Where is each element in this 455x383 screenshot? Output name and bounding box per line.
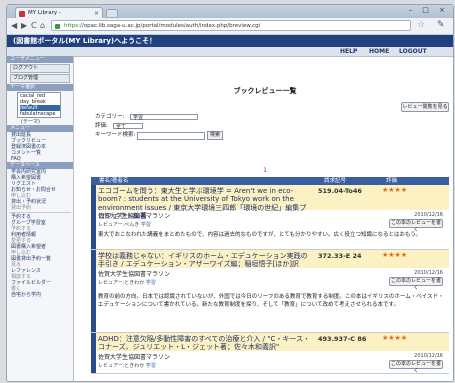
reviewer-text: レビュアー:ときわか bbox=[98, 363, 145, 369]
blog-manage-button[interactable]: ブログ管理 bbox=[10, 74, 70, 83]
theme-listbox[interactable]: cacial_red day_break default fabulatnsca… bbox=[17, 92, 61, 118]
sidebar: ユーザメニュー ログアウト ブログ管理 テーマ選択 cacial_red day… bbox=[7, 56, 74, 381]
new-tab-button[interactable] bbox=[106, 9, 118, 18]
review-text: 教育の前の方向。日本では認識されていないが、外国では今日のリーフのある教育で教育… bbox=[98, 294, 444, 308]
reviewer-group: 佐賀大学生協図書マラソン bbox=[98, 271, 171, 278]
home-icon[interactable]: ⌂ bbox=[40, 21, 45, 31]
reload-icon[interactable]: C bbox=[31, 21, 37, 31]
browser-toolbar: ◀ ▶ C ⌂ https://opac.lib.saga-u.ac.jp/po… bbox=[7, 18, 453, 35]
review-date: 2010/12/16 bbox=[414, 353, 443, 359]
keyword-input[interactable] bbox=[137, 132, 205, 140]
reviewer-group: 佐賀大学生協図書マラソン bbox=[98, 354, 171, 361]
review-table: 書名/著者名 請求記号 評価 エコゴームを問う：東大生と学ぶ環境学 = Aren… bbox=[91, 177, 449, 374]
back-icon[interactable]: ◀ bbox=[11, 21, 17, 31]
write-review-button[interactable]: この本のレビューを書く bbox=[389, 277, 443, 291]
call-number: 493.937-C 86 bbox=[318, 335, 367, 343]
wrench-icon[interactable]: ✎ bbox=[437, 20, 445, 30]
tab-title: MY Library - bbox=[28, 10, 61, 16]
bookmark-star-icon[interactable]: ☆ bbox=[417, 20, 425, 30]
category-tag[interactable]: 学習 bbox=[141, 222, 151, 228]
call-number: 372.33-E 24 bbox=[318, 252, 362, 260]
call-number: 519.04-To46 bbox=[318, 187, 362, 195]
reviewer-name: レビュアー:ときわか 学習 bbox=[98, 279, 156, 286]
tab-bar: MY Library - × – □ × bbox=[7, 5, 453, 18]
col-title: 書名/著者名 bbox=[99, 178, 129, 184]
rating-label: 評価: bbox=[95, 123, 108, 129]
page-title: ブックレビュー一覧 bbox=[233, 87, 297, 95]
keyword-label: キーワード検索: bbox=[95, 132, 136, 138]
rating-select[interactable]: 全て bbox=[113, 123, 143, 130]
review-record: エコゴームを問う：東大生と学ぶ環境学 = Aren't we in eco-bo… bbox=[91, 185, 449, 250]
write-review-button[interactable]: この本のレビューを書く bbox=[389, 219, 443, 233]
reviewer-name: レビュアー:ときわか 学習 bbox=[98, 362, 156, 369]
book-title-link[interactable]: 学校は義務じゃない：イギリスのホーム・エデュケーション実践の手引き / エデュケ… bbox=[98, 252, 312, 269]
search-form: カテゴリー: 学習 評価: 全て キーワード検索: 検索 bbox=[95, 113, 223, 140]
theme-header: テーマ選択 bbox=[7, 84, 73, 91]
category-label: カテゴリー: bbox=[95, 114, 125, 120]
rating-stars: ★★★★ bbox=[382, 334, 408, 342]
review-record: ADHD：注意欠陥/多動性障害のすべての治療と介入 / "C・キース・コナーズ、… bbox=[91, 333, 449, 374]
record-title-bar: 学校は義務じゃない：イギリスのホーム・エデュケーション実践の手引き / エデュケ… bbox=[96, 250, 449, 268]
url-scheme: https bbox=[64, 23, 79, 29]
tab-mylibrary[interactable]: MY Library - × bbox=[15, 7, 103, 18]
reviewer-name: レビュアー:ぺんき 学習 bbox=[98, 221, 151, 228]
category-select[interactable]: 学習 bbox=[130, 114, 198, 121]
divider bbox=[9, 212, 71, 213]
reviewer-text: レビュアー:ぺんき bbox=[98, 222, 140, 228]
url-text: ://opac.lib.saga-u.ac.jp/portal/modules/… bbox=[78, 23, 261, 29]
rating-stars: ★★★★ bbox=[382, 186, 408, 194]
favicon-icon bbox=[19, 11, 25, 17]
col-rating: 評価 bbox=[386, 178, 398, 184]
main-content: ブックレビュー一覧 レビュー閲覧を見る カテゴリー: 学習 評価: 全て キーワ… bbox=[77, 56, 453, 381]
logout-link[interactable]: LOGOUT bbox=[399, 47, 427, 56]
sidebar-link[interactable]: 貸出予約 bbox=[7, 205, 73, 211]
help-link[interactable]: HELP bbox=[340, 47, 357, 56]
database-header: データベース bbox=[7, 162, 73, 169]
write-review-button[interactable]: この本のレビューを書く bbox=[389, 360, 443, 374]
review-date: 2010/12/16 bbox=[414, 212, 443, 218]
record-title-bar: ADHD：注意欠陥/多動性障害のすべての治療と介入 / "C・キース・コナーズ、… bbox=[96, 333, 449, 351]
book-title-link[interactable]: ADHD：注意欠陥/多動性障害のすべての治療と介入 / "C・キース・コナーズ、… bbox=[98, 335, 312, 352]
search-button[interactable]: 検索 bbox=[207, 131, 223, 140]
table-header: 書名/著者名 請求記号 評価 bbox=[91, 177, 449, 185]
theme-option[interactable]: fabulatnscape bbox=[20, 111, 60, 117]
home-link[interactable]: HOME bbox=[369, 47, 389, 56]
lock-icon bbox=[55, 24, 60, 29]
page-number-link[interactable]: 1 bbox=[77, 167, 453, 174]
view-reviews-button[interactable]: レビュー閲覧を見る bbox=[401, 102, 449, 112]
menu-header: メニュー bbox=[7, 125, 73, 132]
review-record: 学校は義務じゃない：イギリスのホーム・エデュケーション実践の手引き / エデュケ… bbox=[91, 250, 449, 333]
review-date: 2010/12/16 bbox=[414, 270, 443, 276]
reviewer-text: レビュアー:ときわか bbox=[98, 280, 145, 286]
sidebar-link[interactable]: 自宅から学内 bbox=[7, 292, 73, 298]
forward-icon[interactable]: ▶ bbox=[21, 21, 27, 31]
reviewer-group: 佐賀大学生協図書マラソン bbox=[98, 213, 171, 220]
user-menu-header: ユーザメニュー bbox=[7, 56, 73, 63]
address-bar[interactable]: https://opac.lib.saga-u.ac.jp/portal/mod… bbox=[51, 20, 411, 31]
window-controls[interactable]: – □ × bbox=[409, 6, 449, 14]
category-tag[interactable]: 学習 bbox=[146, 363, 156, 369]
record-title-bar: エコゴームを問う：東大生と学ぶ環境学 = Aren't we in eco-bo… bbox=[96, 185, 449, 220]
col-callno: 請求記号 bbox=[324, 178, 347, 184]
review-text: 東大でおこなわれた講義をまとめたもので、内容は過去的なものですが、とても分かりや… bbox=[98, 232, 421, 238]
browser-window: MY Library - × – □ × ◀ ▶ C ⌂ https://opa… bbox=[6, 4, 454, 382]
rating-stars: ★★★★ bbox=[382, 251, 408, 259]
category-tag[interactable]: 学習 bbox=[146, 280, 156, 286]
logout-button[interactable]: ログアウト bbox=[10, 64, 70, 73]
site-banner: (図書館ポータル(MY Library)へようこそ！ bbox=[7, 35, 453, 47]
